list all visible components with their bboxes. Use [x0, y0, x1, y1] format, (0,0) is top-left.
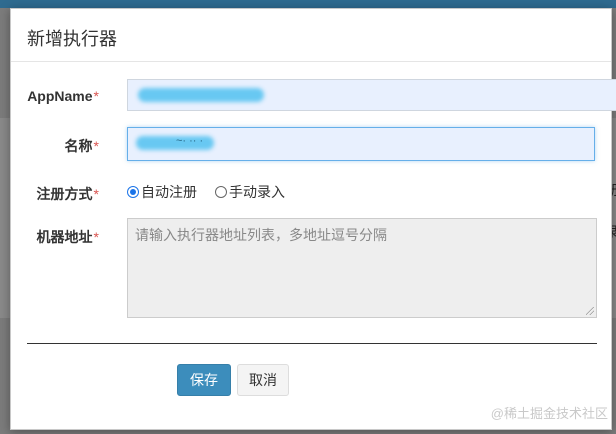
address-placeholder: 请输入执行器地址列表，多地址逗号分隔 — [135, 227, 387, 243]
radio-manual-entry[interactable]: 手动录入 — [215, 182, 285, 202]
required-mark: * — [93, 186, 99, 202]
radio-unchecked-icon[interactable] — [215, 186, 227, 198]
radio-auto-register-label: 自动注册 — [141, 184, 197, 200]
add-executor-dialog: 新增执行器 AppName* 名称* ~· ·· · 注册方式* 自动注册 手动… — [10, 8, 616, 430]
radio-checked-icon[interactable] — [127, 186, 139, 198]
name-input-fragment: ~· ·· · — [176, 135, 204, 147]
register-type-radio-group: 自动注册 手动录入 — [127, 182, 303, 202]
appname-label: AppName* — [27, 88, 99, 104]
register-type-label: 注册方式* — [37, 184, 99, 204]
address-label: 机器地址* — [37, 227, 99, 247]
redacted-value — [138, 88, 264, 102]
address-textarea[interactable]: 请输入执行器地址列表，多地址逗号分隔 — [127, 218, 597, 318]
radio-auto-register[interactable]: 自动注册 — [127, 182, 197, 202]
footer-divider — [27, 343, 597, 344]
appname-label-text: AppName — [27, 88, 93, 104]
resize-grip-icon[interactable] — [586, 307, 594, 315]
save-button[interactable]: 保存 — [177, 364, 231, 396]
address-label-text: 机器地址 — [36, 229, 93, 245]
background-topbar — [0, 0, 616, 8]
dialog-title: 新增执行器 — [27, 29, 117, 49]
cancel-button[interactable]: 取消 — [237, 364, 289, 396]
radio-manual-entry-label: 手动录入 — [229, 184, 285, 200]
name-input[interactable]: ~· ·· · — [127, 127, 595, 161]
required-mark: * — [93, 138, 99, 154]
required-mark: * — [93, 229, 99, 245]
appname-input[interactable] — [127, 79, 616, 111]
name-label-text: 名称 — [64, 138, 93, 154]
name-label: 名称* — [65, 136, 99, 156]
watermark: @稀土掘金技术社区 — [490, 406, 608, 421]
dialog-header: 新增执行器 — [11, 9, 611, 62]
required-mark: * — [93, 88, 99, 104]
register-type-label-text: 注册方式 — [36, 186, 93, 202]
